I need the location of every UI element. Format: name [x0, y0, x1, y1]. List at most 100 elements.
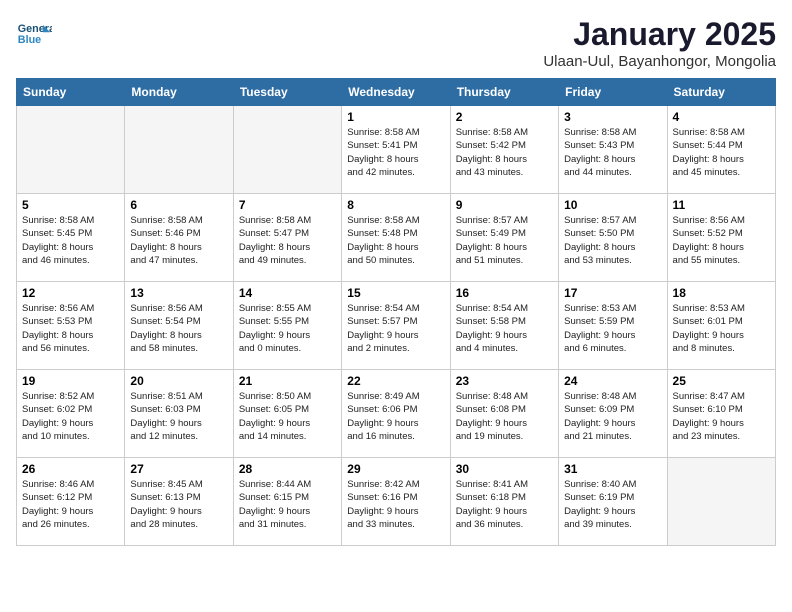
day-number: 25 [673, 374, 770, 388]
calendar-cell: 27Sunrise: 8:45 AM Sunset: 6:13 PM Dayli… [125, 458, 233, 546]
day-detail: Sunrise: 8:51 AM Sunset: 6:03 PM Dayligh… [130, 390, 227, 443]
day-number: 26 [22, 462, 119, 476]
day-number: 14 [239, 286, 336, 300]
calendar-cell: 5Sunrise: 8:58 AM Sunset: 5:45 PM Daylig… [17, 194, 125, 282]
day-header-friday: Friday [559, 79, 667, 106]
day-detail: Sunrise: 8:57 AM Sunset: 5:50 PM Dayligh… [564, 214, 661, 267]
calendar-cell: 24 Sunrise: 8:48 AM Sunset: 6:09 PM Dayli… [559, 370, 667, 458]
day-detail: Sunrise: 8:58 AM Sunset: 5:45 PM Dayligh… [22, 214, 119, 267]
day-number: 21 [239, 374, 336, 388]
day-detail: Sunrise: 8:44 AM Sunset: 6:15 PM Dayligh… [239, 478, 336, 531]
calendar-subtitle: Ulaan-Uul, Bayanhongor, Mongolia [543, 53, 776, 70]
day-number: 29 [347, 462, 444, 476]
calendar-cell: 12Sunrise: 8:56 AM Sunset: 5:53 PM Dayli… [17, 282, 125, 370]
day-number: 31 [564, 462, 661, 476]
calendar-cell: 18 Sunrise: 8:53 AM Sunset: 6:01 PM Dayli… [667, 282, 775, 370]
calendar-cell: 16 Sunrise: 8:54 AM Sunset: 5:58 PM Dayli… [450, 282, 558, 370]
day-number: 15 [347, 286, 444, 300]
calendar-cell: 1 Sunrise: 8:58 AM Sunset: 5:41 PM Daylig… [342, 106, 450, 194]
day-number: 19 [22, 374, 119, 388]
day-detail: Sunrise: 8:58 AM Sunset: 5:41 PM Dayligh… [347, 126, 444, 179]
day-detail: Sunrise: 8:47 AM Sunset: 6:10 PM Dayligh… [673, 390, 770, 443]
day-number: 7 [239, 198, 336, 212]
calendar-cell: 8 Sunrise: 8:58 AM Sunset: 5:48 PM Daylig… [342, 194, 450, 282]
calendar-cell: 10 Sunrise: 8:57 AM Sunset: 5:50 PM Dayli… [559, 194, 667, 282]
calendar-cell: 11 Sunrise: 8:56 AM Sunset: 5:52 PM Dayli… [667, 194, 775, 282]
day-detail: Sunrise: 8:58 AM Sunset: 5:44 PM Dayligh… [673, 126, 770, 179]
calendar-cell: 28Sunrise: 8:44 AM Sunset: 6:15 PM Dayli… [233, 458, 341, 546]
day-detail: Sunrise: 8:54 AM Sunset: 5:57 PM Dayligh… [347, 302, 444, 355]
day-number: 20 [130, 374, 227, 388]
day-detail: Sunrise: 8:48 AM Sunset: 6:08 PM Dayligh… [456, 390, 553, 443]
week-row-2: 5Sunrise: 8:58 AM Sunset: 5:45 PM Daylig… [17, 194, 776, 282]
calendar-cell: 2Sunrise: 8:58 AM Sunset: 5:42 PM Daylig… [450, 106, 558, 194]
week-row-3: 12Sunrise: 8:56 AM Sunset: 5:53 PM Dayli… [17, 282, 776, 370]
day-number: 9 [456, 198, 553, 212]
title-block: January 2025 Ulaan-Uul, Bayanhongor, Mon… [543, 16, 776, 70]
calendar-cell: 15 Sunrise: 8:54 AM Sunset: 5:57 PM Dayli… [342, 282, 450, 370]
week-row-5: 26Sunrise: 8:46 AM Sunset: 6:12 PM Dayli… [17, 458, 776, 546]
day-number: 10 [564, 198, 661, 212]
day-detail: Sunrise: 8:53 AM Sunset: 6:01 PM Dayligh… [673, 302, 770, 355]
day-detail: Sunrise: 8:56 AM Sunset: 5:52 PM Dayligh… [673, 214, 770, 267]
day-header-monday: Monday [125, 79, 233, 106]
calendar-table: SundayMondayTuesdayWednesdayThursdayFrid… [16, 78, 776, 546]
calendar-cell [125, 106, 233, 194]
day-detail: Sunrise: 8:58 AM Sunset: 5:47 PM Dayligh… [239, 214, 336, 267]
calendar-cell: 31 Sunrise: 8:40 AM Sunset: 6:19 PM Dayli… [559, 458, 667, 546]
day-detail: Sunrise: 8:52 AM Sunset: 6:02 PM Dayligh… [22, 390, 119, 443]
day-header-wednesday: Wednesday [342, 79, 450, 106]
calendar-cell: 23 Sunrise: 8:48 AM Sunset: 6:08 PM Dayli… [450, 370, 558, 458]
day-number: 24 [564, 374, 661, 388]
calendar-cell: 29 Sunrise: 8:42 AM Sunset: 6:16 PM Dayli… [342, 458, 450, 546]
calendar-cell: 26Sunrise: 8:46 AM Sunset: 6:12 PM Dayli… [17, 458, 125, 546]
day-number: 18 [673, 286, 770, 300]
day-number: 22 [347, 374, 444, 388]
day-number: 8 [347, 198, 444, 212]
day-detail: Sunrise: 8:41 AM Sunset: 6:18 PM Dayligh… [456, 478, 553, 531]
day-number: 2 [456, 110, 553, 124]
day-detail: Sunrise: 8:54 AM Sunset: 5:58 PM Dayligh… [456, 302, 553, 355]
day-number: 16 [456, 286, 553, 300]
calendar-cell: 3Sunrise: 8:58 AM Sunset: 5:43 PM Daylig… [559, 106, 667, 194]
day-detail: Sunrise: 8:48 AM Sunset: 6:09 PM Dayligh… [564, 390, 661, 443]
day-detail: Sunrise: 8:42 AM Sunset: 6:16 PM Dayligh… [347, 478, 444, 531]
calendar-cell [17, 106, 125, 194]
calendar-cell: 25 Sunrise: 8:47 AM Sunset: 6:10 PM Dayli… [667, 370, 775, 458]
day-detail: Sunrise: 8:40 AM Sunset: 6:19 PM Dayligh… [564, 478, 661, 531]
day-number: 3 [564, 110, 661, 124]
day-number: 4 [673, 110, 770, 124]
week-row-1: 1 Sunrise: 8:58 AM Sunset: 5:41 PM Daylig… [17, 106, 776, 194]
day-header-sunday: Sunday [17, 79, 125, 106]
day-detail: Sunrise: 8:53 AM Sunset: 5:59 PM Dayligh… [564, 302, 661, 355]
calendar-title: January 2025 [543, 16, 776, 53]
day-number: 13 [130, 286, 227, 300]
calendar-cell: 7 Sunrise: 8:58 AM Sunset: 5:47 PM Daylig… [233, 194, 341, 282]
day-detail: Sunrise: 8:49 AM Sunset: 6:06 PM Dayligh… [347, 390, 444, 443]
calendar-cell [667, 458, 775, 546]
day-number: 27 [130, 462, 227, 476]
day-number: 1 [347, 110, 444, 124]
day-number: 30 [456, 462, 553, 476]
calendar-cell: 14 Sunrise: 8:55 AM Sunset: 5:55 PM Dayli… [233, 282, 341, 370]
day-header-tuesday: Tuesday [233, 79, 341, 106]
calendar-cell: 30 Sunrise: 8:41 AM Sunset: 6:18 PM Dayli… [450, 458, 558, 546]
day-header-thursday: Thursday [450, 79, 558, 106]
calendar-cell: 13Sunrise: 8:56 AM Sunset: 5:54 PM Dayli… [125, 282, 233, 370]
day-header-saturday: Saturday [667, 79, 775, 106]
day-detail: Sunrise: 8:56 AM Sunset: 5:53 PM Dayligh… [22, 302, 119, 355]
calendar-cell: 6Sunrise: 8:58 AM Sunset: 5:46 PM Daylig… [125, 194, 233, 282]
day-number: 23 [456, 374, 553, 388]
svg-text:Blue: Blue [18, 34, 41, 46]
calendar-cell: 21Sunrise: 8:50 AM Sunset: 6:05 PM Dayli… [233, 370, 341, 458]
calendar-cell [233, 106, 341, 194]
day-detail: Sunrise: 8:55 AM Sunset: 5:55 PM Dayligh… [239, 302, 336, 355]
day-detail: Sunrise: 8:58 AM Sunset: 5:48 PM Dayligh… [347, 214, 444, 267]
calendar-cell: 9Sunrise: 8:57 AM Sunset: 5:49 PM Daylig… [450, 194, 558, 282]
day-number: 11 [673, 198, 770, 212]
days-header-row: SundayMondayTuesdayWednesdayThursdayFrid… [17, 79, 776, 106]
day-number: 6 [130, 198, 227, 212]
week-row-4: 19 Sunrise: 8:52 AM Sunset: 6:02 PM Dayli… [17, 370, 776, 458]
calendar-cell: 20 Sunrise: 8:51 AM Sunset: 6:03 PM Dayli… [125, 370, 233, 458]
calendar-cell: 17Sunrise: 8:53 AM Sunset: 5:59 PM Dayli… [559, 282, 667, 370]
